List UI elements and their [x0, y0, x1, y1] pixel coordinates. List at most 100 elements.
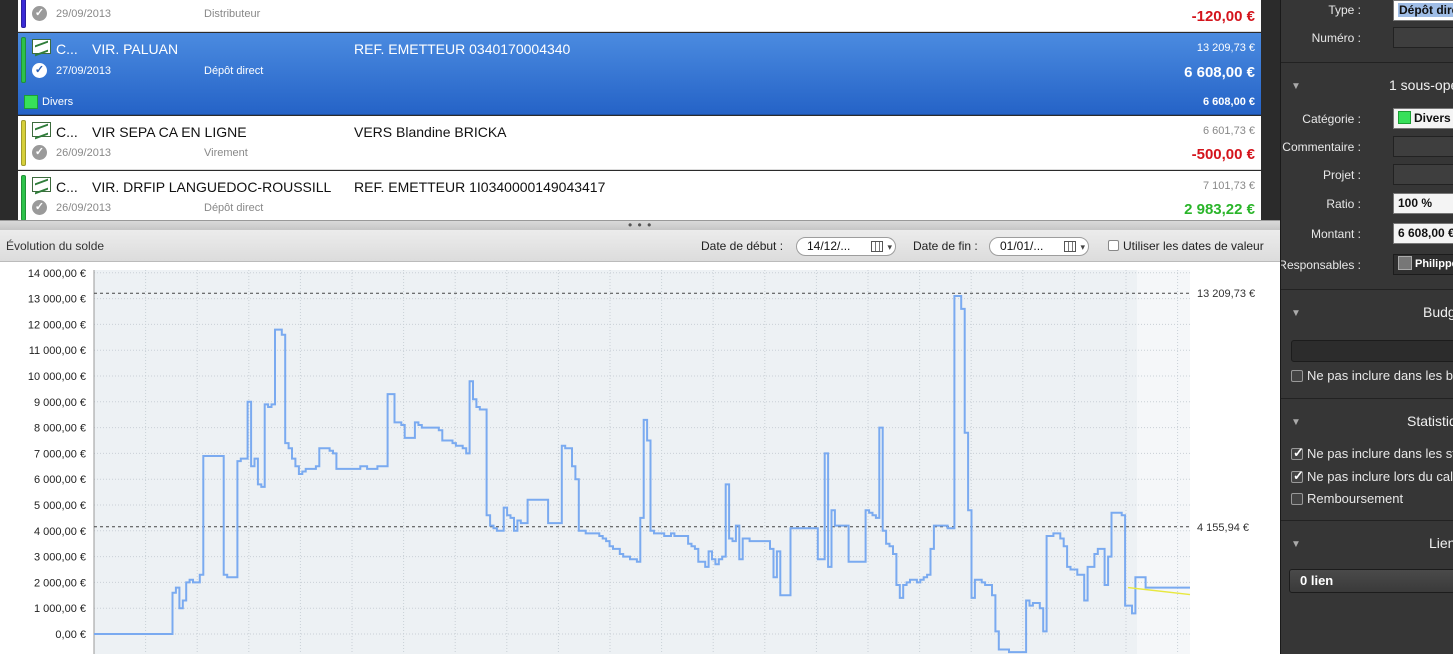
- remboursement-checkbox[interactable]: [1291, 493, 1303, 505]
- chart-title: Évolution du solde: [6, 239, 105, 253]
- transaction-kind: Dépôt direct: [204, 65, 264, 77]
- transaction-row[interactable]: C... VIR. DRFIP LANGUEDOC-ROUSSILL REF. …: [18, 171, 1261, 225]
- categorie-field[interactable]: Divers: [1393, 108, 1453, 129]
- responsables-token[interactable]: Philippe: [1393, 254, 1453, 275]
- account-label: C...: [56, 41, 78, 57]
- running-balance: 7 101,73 €: [1203, 180, 1255, 192]
- stats-exclude-checkbox-2[interactable]: [1291, 468, 1304, 484]
- start-date-value: 14/12/...: [807, 239, 851, 253]
- budget-section-header[interactable]: ▼ Budget: [1281, 304, 1453, 324]
- app-window: ✓ 29/09/2013 Distributeur -120,00 € C...…: [0, 0, 1453, 654]
- y-tick-label: 8 000,00 €: [34, 423, 86, 435]
- split-view-divider[interactable]: • • •: [0, 218, 1280, 232]
- numero-field[interactable]: [1393, 27, 1453, 48]
- value-dates-checkbox[interactable]: [1108, 240, 1119, 251]
- bank-icon: [32, 39, 51, 54]
- status-strip: [21, 175, 26, 221]
- y-tick-label: 4 000,00 €: [34, 526, 86, 538]
- future-shade: [1137, 270, 1190, 654]
- y-tick-label: 3 000,00 €: [34, 552, 86, 564]
- ratio-field[interactable]: 100 %: [1393, 193, 1453, 214]
- projet-field[interactable]: [1393, 164, 1453, 185]
- category-color-icon: [24, 95, 38, 109]
- status-strip: [21, 37, 26, 83]
- budget-title: Budget: [1423, 304, 1453, 320]
- y-tick-label: 10 000,00 €: [28, 371, 86, 383]
- payee-label: VIR. PALUAN: [92, 41, 179, 57]
- transaction-amount: 2 983,22 €: [1184, 201, 1255, 218]
- transaction-kind: Dépôt direct: [204, 202, 264, 214]
- running-balance: 13 209,73 €: [1196, 42, 1255, 54]
- montant-value: 6 608,00 €: [1398, 226, 1453, 240]
- liens-title: Liens: [1429, 535, 1453, 551]
- subops-section-header[interactable]: ▼ 1 sous-opération: [1281, 77, 1453, 97]
- payee-label: VIR SEPA CA EN LIGNE: [92, 124, 247, 140]
- remboursement-label: Remboursement: [1307, 491, 1404, 506]
- running-balance: 6 601,73 €: [1203, 125, 1255, 137]
- transaction-amount: -500,00 €: [1191, 146, 1255, 163]
- bank-icon: [32, 122, 51, 137]
- responsables-value: Philippe: [1415, 258, 1453, 270]
- reference-label: REF. EMETTEUR 0340170004340: [354, 41, 571, 57]
- payee-label: VIR. DRFIP LANGUEDOC-ROUSSILL: [92, 179, 332, 195]
- calendar-icon[interactable]: [1064, 241, 1076, 252]
- montant-field[interactable]: 6 608,00 €: [1393, 223, 1453, 244]
- transaction-amount: 6 608,00 €: [1184, 64, 1255, 81]
- stats-exclude-label-2: Ne pas inclure lors du calcul: [1307, 469, 1453, 484]
- liens-popup[interactable]: 0 lien: [1289, 569, 1453, 593]
- liens-section-header[interactable]: ▼ Liens: [1281, 535, 1453, 555]
- y-tick-label: 9 000,00 €: [34, 397, 86, 409]
- transaction-list[interactable]: ✓ 29/09/2013 Distributeur -120,00 € C...…: [0, 0, 1280, 225]
- budget-field[interactable]: [1291, 340, 1453, 362]
- stats-exclude-label-1: Ne pas inclure dans les statistiques: [1307, 446, 1453, 461]
- y-tick-label: 0,00 €: [55, 629, 86, 641]
- budget-exclude-option[interactable]: Ne pas inclure dans les budgets: [1291, 368, 1453, 383]
- disclosure-triangle-icon[interactable]: ▼: [1291, 308, 1301, 319]
- checked-icon[interactable]: ✓: [32, 6, 47, 21]
- transaction-row-selected[interactable]: C... VIR. PALUAN REF. EMETTEUR 034017000…: [18, 33, 1261, 115]
- checked-icon[interactable]: ✓: [32, 63, 47, 78]
- stats-section-header[interactable]: ▼ Statistiques: [1281, 413, 1453, 433]
- transaction-row[interactable]: C... VIR SEPA CA EN LIGNE VERS Blandine …: [18, 116, 1261, 170]
- end-date-value: 01/01/...: [1000, 239, 1044, 253]
- budget-exclude-checkbox[interactable]: [1291, 370, 1303, 382]
- drag-handle-icon: • • •: [628, 218, 653, 232]
- remboursement-option[interactable]: Remboursement: [1291, 491, 1403, 506]
- reference-line-label: 4 155,94 €: [1197, 522, 1249, 534]
- balance-chart[interactable]: 14 000,00 € 13 000,00 € 12 000,00 € 11 000,…: [0, 262, 1280, 654]
- transaction-row[interactable]: ✓ 29/09/2013 Distributeur -120,00 €: [18, 0, 1261, 32]
- type-field[interactable]: Dépôt direct: [1393, 0, 1453, 21]
- chevron-down-icon[interactable]: ▾: [887, 239, 892, 256]
- split-line[interactable]: Divers 6 608,00 €: [18, 91, 1261, 115]
- start-date-field[interactable]: 14/12/... ▾: [796, 237, 896, 256]
- commentaire-field[interactable]: [1393, 136, 1453, 157]
- disclosure-triangle-icon[interactable]: ▼: [1291, 417, 1301, 428]
- y-tick-label: 1 000,00 €: [34, 603, 86, 615]
- budget-exclude-label: Ne pas inclure dans les budgets: [1307, 368, 1453, 383]
- calendar-icon[interactable]: [871, 241, 883, 252]
- transaction-amount: -120,00 €: [1191, 8, 1255, 25]
- transaction-kind: Distributeur: [204, 8, 261, 20]
- end-date-field[interactable]: 01/01/... ▾: [989, 237, 1089, 256]
- split-amount: 6 608,00 €: [1203, 96, 1255, 108]
- y-tick-label: 5 000,00 €: [34, 500, 86, 512]
- chevron-down-icon[interactable]: ▾: [1080, 239, 1085, 256]
- stats-exclude-option-1[interactable]: Ne pas inclure dans les statistiques: [1291, 445, 1453, 461]
- numero-label: Numéro :: [1311, 31, 1361, 45]
- ratio-value: 100 %: [1398, 196, 1433, 210]
- avatar: [1398, 256, 1412, 270]
- y-tick-label: 12 000,00 €: [28, 319, 86, 331]
- disclosure-triangle-icon[interactable]: ▼: [1291, 539, 1301, 550]
- stats-exclude-checkbox-1[interactable]: [1291, 445, 1304, 461]
- y-tick-label: 11 000,00 €: [29, 345, 86, 357]
- checked-icon[interactable]: ✓: [32, 145, 47, 160]
- y-tick-label: 13 000,00 €: [28, 294, 86, 306]
- status-strip: [21, 120, 26, 166]
- reference-label: VERS Blandine BRICKA: [354, 124, 507, 140]
- y-tick-label: 7 000,00 €: [34, 448, 86, 460]
- type-value: Dépôt direct: [1398, 3, 1453, 17]
- stats-exclude-option-2[interactable]: Ne pas inclure lors du calcul: [1291, 468, 1453, 484]
- checked-icon[interactable]: ✓: [32, 200, 47, 215]
- disclosure-triangle-icon[interactable]: ▼: [1291, 81, 1301, 92]
- end-date-label: Date de fin :: [913, 239, 978, 253]
